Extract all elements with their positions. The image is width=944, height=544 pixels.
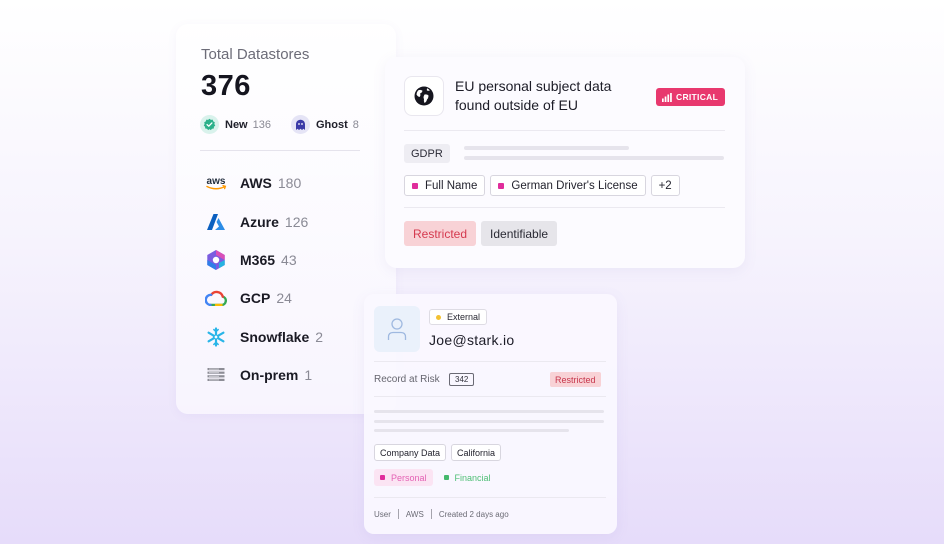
datastore-count: 2 [315, 328, 324, 345]
data-class-chips: Full Name German Driver's License +2 [404, 175, 685, 196]
tag-identifiable[interactable]: Identifiable [481, 221, 558, 246]
datastore-count: 43 [281, 251, 297, 268]
finding-title-line-1: EU personal subject data [455, 78, 612, 94]
chip-label: Personal [391, 472, 427, 483]
datastore-item-on-prem[interactable]: On-prem 1 [204, 356, 323, 394]
user-avatar-icon [374, 306, 420, 352]
datastores-divider [200, 150, 360, 151]
stat-new-count: 136 [252, 118, 271, 131]
chip-financial[interactable]: Financial [438, 469, 497, 486]
aws-logo: aws [204, 171, 228, 195]
datastore-name: AWS [240, 175, 272, 192]
globe-icon [404, 76, 444, 116]
datastore-count: 24 [276, 290, 292, 307]
chip-personal[interactable]: Personal [374, 469, 433, 486]
chip-label: Financial [454, 472, 491, 483]
datastore-name: M365 [240, 251, 276, 268]
footer-created: Created 2 days ago [438, 509, 509, 519]
identity-restricted-tag[interactable]: Restricted [550, 372, 601, 387]
identity-category-chips: Personal Financial [374, 469, 502, 486]
datastore-count: 180 [277, 175, 302, 192]
records-at-risk-count: 342 [449, 373, 475, 386]
skeleton-line [374, 410, 604, 413]
finding-tags: Restricted Identifiable [404, 221, 562, 246]
ghost-icon [290, 115, 310, 134]
datastores-title: Total Datastores [201, 46, 310, 63]
chip-drivers-license[interactable]: German Driver's License [490, 175, 646, 196]
divider [374, 361, 606, 362]
chip-california[interactable]: California [451, 444, 502, 461]
footer-type: User [374, 509, 391, 519]
signal-bars-icon [662, 92, 672, 102]
finding-title-line-2: found outside of EU [455, 97, 578, 113]
pink-square-icon [380, 475, 385, 480]
identity-meta-chips: Company Data California [374, 444, 506, 461]
datastore-item-m365[interactable]: M365 43 [204, 241, 323, 279]
finding-card[interactable]: EU personal subject data found outside o… [385, 57, 745, 268]
stat-new[interactable]: New 136 [200, 115, 271, 134]
stat-ghost-label: Ghost [315, 118, 348, 131]
external-badge: External [429, 309, 488, 325]
divider [404, 130, 725, 131]
divider [374, 497, 606, 498]
azure-logo [204, 210, 228, 234]
datastore-item-azure[interactable]: Azure 126 [204, 202, 323, 240]
skeleton-line [464, 146, 629, 150]
datastore-item-aws[interactable]: aws AWS 180 [204, 164, 323, 202]
datastore-count: 1 [304, 367, 313, 384]
chip-label: Full Name [425, 179, 478, 192]
skeleton-line [374, 420, 604, 423]
datastore-list: aws AWS 180 Azure 126 M365 43 GCP 24 Sno… [204, 164, 323, 394]
divider [404, 207, 725, 208]
footer-separator [430, 509, 432, 519]
chip-more[interactable]: +2 [650, 175, 680, 196]
tag-restricted[interactable]: Restricted [404, 221, 477, 246]
snowflake-logo [204, 325, 228, 349]
datastores-stats: New 136 Ghost 8 [200, 115, 379, 134]
records-at-risk-label: Record at Risk [374, 374, 440, 385]
divider [374, 396, 606, 397]
pink-square-icon [412, 182, 418, 189]
skeleton-line [464, 156, 724, 160]
datastore-item-snowflake[interactable]: Snowflake 2 [204, 318, 323, 356]
footer-source: AWS [405, 509, 424, 519]
chip-label: German Driver's License [511, 179, 638, 192]
finding-title: EU personal subject data found outside o… [455, 77, 645, 115]
severity-badge: CRITICAL [656, 88, 726, 106]
severity-label: CRITICAL [676, 92, 719, 102]
datastores-card: Total Datastores 376 New 136 Ghost 8 aws… [176, 24, 396, 414]
identity-footer: User AWS Created 2 days ago [374, 509, 509, 519]
chip-company-data[interactable]: Company Data [374, 444, 447, 461]
stat-ghost-count: 8 [352, 118, 359, 131]
skeleton-line [374, 429, 569, 432]
server-icon [204, 363, 228, 387]
check-badge-icon [200, 115, 219, 134]
regulation-tag: GDPR [404, 144, 450, 163]
m365-logo [204, 248, 228, 272]
green-square-icon [443, 475, 449, 480]
chip-full-name[interactable]: Full Name [404, 175, 486, 196]
pink-square-icon [498, 182, 505, 189]
stat-new-label: New [225, 118, 248, 131]
datastore-name: Azure [240, 213, 279, 230]
datastore-name: GCP [240, 290, 271, 307]
datastore-item-gcp[interactable]: GCP 24 [204, 279, 323, 317]
footer-separator [397, 509, 399, 519]
datastores-total: 376 [201, 70, 251, 102]
stat-ghost[interactable]: Ghost 8 [290, 115, 359, 134]
identity-email[interactable]: Joe@stark.io [429, 332, 515, 348]
status-dot-icon [436, 314, 441, 320]
external-label: External [447, 312, 481, 322]
gcp-logo [204, 286, 228, 310]
datastore-name: Snowflake [240, 328, 310, 345]
datastore-count: 126 [284, 213, 309, 230]
datastore-name: On-prem [240, 367, 299, 384]
identity-card[interactable]: External Joe@stark.io Record at Risk 342… [364, 294, 617, 534]
